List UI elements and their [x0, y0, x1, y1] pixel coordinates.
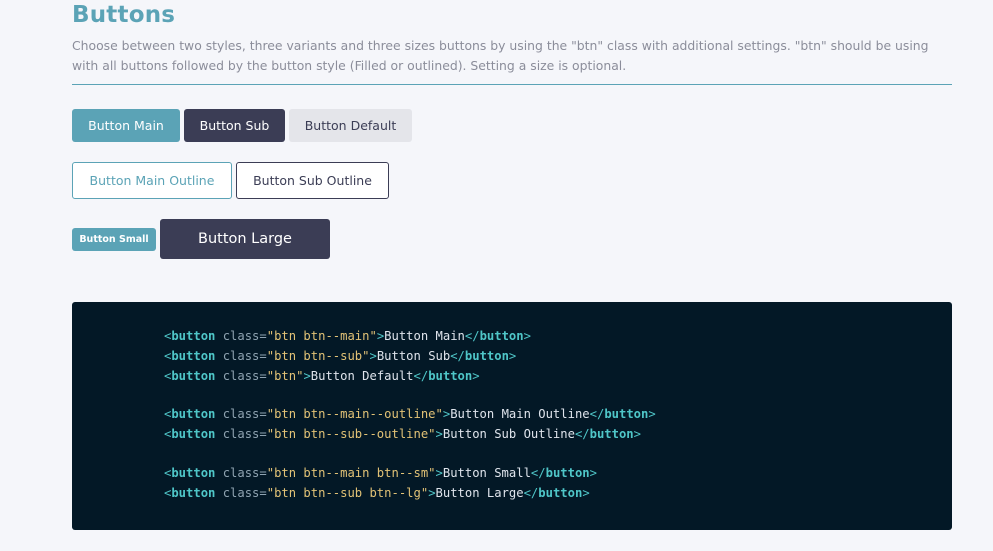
code-text: Button Main Outline [450, 407, 590, 422]
code-attr: class= [215, 466, 267, 481]
code-punct: </ [450, 348, 465, 363]
code-punct: </ [523, 485, 539, 500]
code-tag-name: button [171, 485, 216, 500]
code-string: "btn btn--main--outline" [266, 407, 443, 422]
code-string: "btn btn--sub--outline" [266, 427, 436, 442]
code-line: <button class="btn btn--sub">Button Sub<… [164, 347, 656, 367]
code-tag-name: button [171, 348, 216, 363]
button-sub[interactable]: Button Sub [184, 109, 285, 142]
code-text: Button Large [435, 485, 524, 500]
code-string: "btn btn--main btn--sm" [266, 466, 436, 481]
code-punct: > [633, 427, 641, 442]
code-punct: > [582, 485, 590, 500]
button-large[interactable]: Button Large [160, 219, 330, 259]
code-punct: </ [574, 427, 590, 442]
code-punct: > [428, 485, 436, 500]
code-attr: class= [215, 485, 267, 500]
button-sub-outline[interactable]: Button Sub Outline [236, 162, 389, 199]
code-line: <button class="btn">Button Default</butt… [164, 367, 656, 387]
section-divider [72, 84, 952, 85]
code-punct: > [589, 466, 597, 481]
code-tag-name: button [545, 466, 590, 481]
code-tag-name: button [171, 427, 216, 442]
code-punct: > [435, 466, 443, 481]
button-main[interactable]: Button Main [72, 109, 180, 142]
code-line: <button class="btn btn--main btn--sm">Bu… [164, 464, 656, 484]
code-attr: class= [215, 329, 267, 343]
code-punct: > [508, 348, 517, 363]
code-string: "btn" [266, 368, 304, 383]
code-string: "btn btn--sub btn--lg" [266, 485, 429, 500]
code-punct: > [523, 329, 531, 343]
button-main-outline[interactable]: Button Main Outline [72, 162, 232, 199]
code-line: <button class="btn btn--sub btn--lg">But… [164, 484, 656, 504]
code-tag-name: button [604, 407, 649, 422]
code-text: Button Default [310, 368, 414, 383]
section-description: Choose between two styles, three variant… [72, 38, 929, 73]
code-punct: </ [530, 466, 546, 481]
button-default[interactable]: Button Default [289, 109, 412, 142]
code-lines: <button class="btn btn--main">Button Mai… [164, 327, 656, 504]
code-punct: > [472, 368, 480, 383]
code-tag-name: button [171, 466, 216, 481]
code-line: <button class="btn btn--main">Button Mai… [164, 327, 656, 347]
code-tag-name: button [428, 368, 473, 383]
code-tag-name: button [538, 485, 583, 500]
code-attr: class= [215, 368, 267, 383]
code-text: Button Small [442, 466, 531, 481]
code-punct: > [648, 407, 656, 422]
code-string: "btn btn--main" [266, 329, 377, 343]
code-attr: class= [215, 407, 267, 422]
code-line: <button class="btn btn--main--outline">B… [164, 405, 656, 425]
size-buttons-row: Button Small Button Large [72, 219, 330, 259]
code-text: Button Main [384, 329, 465, 343]
code-tag-name: button [171, 368, 216, 383]
code-punct: </ [589, 407, 605, 422]
code-text: Button Sub Outline [442, 427, 575, 442]
code-line: <button class="btn btn--sub--outline">Bu… [164, 425, 656, 445]
code-attr: class= [215, 427, 267, 442]
code-attr: class= [215, 348, 267, 363]
code-block: <button class="btn btn--main">Button Mai… [72, 302, 952, 530]
code-punct: > [369, 348, 377, 363]
code-text: Button Sub [376, 348, 451, 363]
code-punct: > [435, 427, 443, 442]
code-tag-name: button [479, 329, 524, 343]
outline-buttons-row: Button Main Outline Button Sub Outline [72, 162, 389, 199]
filled-buttons-row: Button Main Button Sub Button Default [72, 109, 412, 142]
code-punct: </ [464, 329, 480, 343]
code-tag-name: button [171, 407, 216, 422]
code-punct: > [303, 368, 311, 383]
code-tag-name: button [464, 348, 509, 363]
code-punct: </ [413, 368, 429, 383]
button-small[interactable]: Button Small [72, 227, 156, 251]
code-tag-name: button [589, 427, 634, 442]
code-tag-name: button [171, 329, 216, 343]
code-string: "btn btn--sub" [266, 348, 370, 363]
section-title: Buttons [72, 2, 176, 28]
